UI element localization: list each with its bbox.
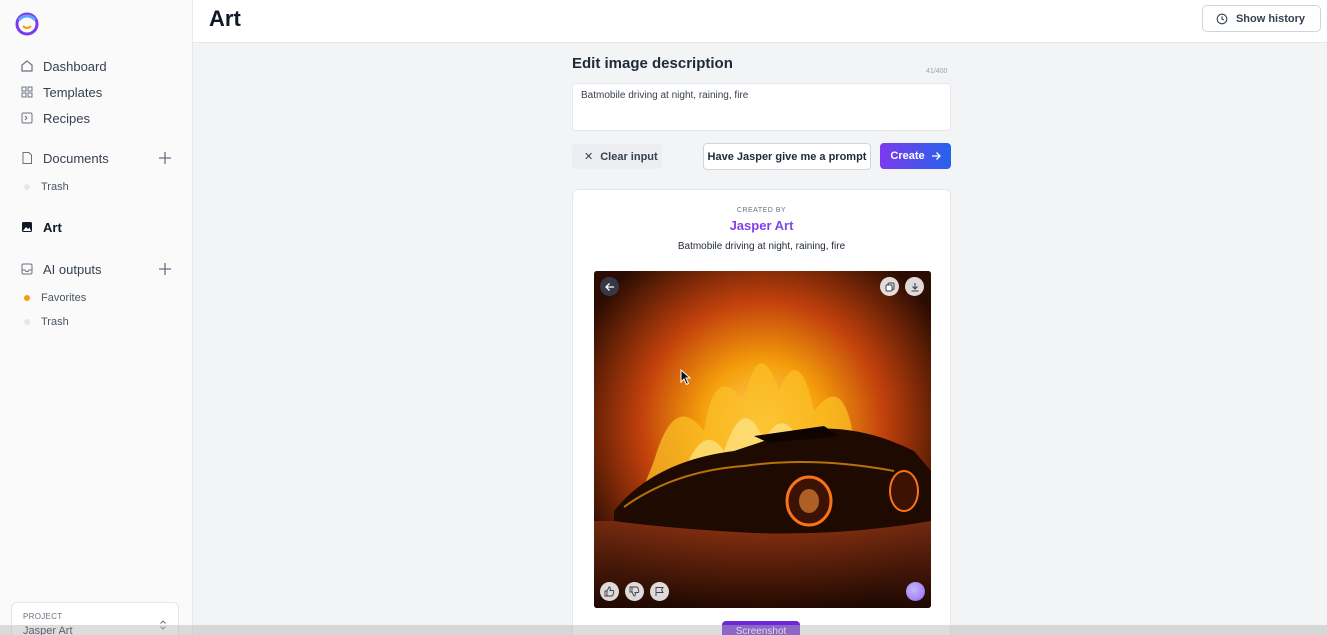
status-dot bbox=[24, 184, 30, 190]
add-document-icon[interactable] bbox=[158, 151, 172, 165]
recipe-icon bbox=[21, 112, 33, 124]
grid-icon bbox=[21, 86, 33, 98]
sidebar-item-recipes[interactable]: Recipes bbox=[20, 108, 90, 128]
inbox-icon bbox=[21, 263, 33, 275]
copy-icon bbox=[885, 282, 894, 291]
image-caption: Batmobile driving at night, raining, fir… bbox=[677, 241, 846, 252]
bottom-overlay-bar bbox=[0, 625, 1327, 635]
flag-icon bbox=[655, 587, 664, 596]
header: Art Show history bbox=[193, 0, 1327, 43]
sidebar-item-label: Dashboard bbox=[43, 58, 107, 74]
add-ai-output-icon[interactable] bbox=[158, 262, 172, 276]
create-label: Create bbox=[890, 150, 925, 162]
sidebar-item-templates[interactable]: Templates bbox=[20, 82, 102, 102]
download-icon bbox=[911, 282, 918, 292]
sidebar-subitem-label: Trash bbox=[41, 181, 69, 193]
sidebar-subitem-label: Trash bbox=[41, 316, 69, 328]
created-by-label: CREATED BY bbox=[736, 207, 787, 214]
generated-artwork bbox=[594, 271, 931, 608]
thumbs-up-icon bbox=[604, 586, 615, 597]
sidebar-item-dashboard[interactable]: Dashboard bbox=[20, 56, 107, 76]
sidebar-item-label: Recipes bbox=[43, 110, 90, 126]
document-icon bbox=[22, 152, 32, 164]
sidebar-item-label: Templates bbox=[43, 84, 103, 100]
image-icon bbox=[22, 222, 32, 232]
sidebar-subitem-favorites[interactable]: Favorites bbox=[24, 289, 86, 307]
image-description-input[interactable]: Batmobile driving at night, raining, fir… bbox=[572, 83, 951, 131]
give-prompt-label: Have Jasper give me a prompt bbox=[707, 150, 867, 163]
sidebar: Dashboard Templates Recipes Documents Tr… bbox=[0, 0, 193, 635]
flag-button[interactable] bbox=[650, 582, 669, 601]
give-prompt-button[interactable]: Have Jasper give me a prompt bbox=[703, 143, 871, 170]
status-dot bbox=[24, 319, 30, 325]
clock-icon bbox=[1216, 13, 1228, 24]
sidebar-item-label: AI outputs bbox=[43, 261, 102, 277]
sidebar-subitem-label: Favorites bbox=[41, 292, 87, 304]
arrow-left-icon bbox=[604, 282, 614, 291]
thumbs-down-button[interactable] bbox=[625, 582, 644, 601]
result-card: CREATED BY Jasper Art Batmobile driving … bbox=[572, 189, 951, 635]
user-avatar bbox=[906, 582, 925, 601]
copy-button[interactable] bbox=[880, 277, 899, 296]
sidebar-subitem-ai-trash[interactable]: Trash bbox=[24, 313, 69, 331]
thumbs-down-icon bbox=[629, 586, 640, 597]
author-name: Jasper Art bbox=[573, 218, 950, 233]
sidebar-item-documents[interactable]: Documents bbox=[20, 148, 109, 168]
sidebar-item-ai-outputs[interactable]: AI outputs bbox=[20, 259, 102, 279]
char-count: 41/400 bbox=[926, 68, 948, 75]
status-dot bbox=[24, 295, 30, 301]
sidebar-item-art[interactable]: Art bbox=[20, 217, 62, 237]
clear-input-button[interactable]: ✕ Clear input bbox=[572, 144, 662, 169]
back-button[interactable] bbox=[600, 277, 619, 296]
page-title: Art bbox=[209, 6, 241, 31]
show-history-button[interactable]: Show history bbox=[1201, 5, 1321, 32]
mouse-cursor-icon bbox=[680, 369, 692, 386]
project-label: PROJECT bbox=[23, 612, 63, 621]
create-button[interactable]: Create bbox=[880, 143, 951, 169]
download-button[interactable] bbox=[905, 277, 924, 296]
clear-input-label: Clear input bbox=[600, 150, 658, 163]
close-icon: ✕ bbox=[584, 151, 594, 163]
home-icon bbox=[21, 60, 33, 72]
show-history-label: Show history bbox=[1235, 12, 1305, 25]
generated-image[interactable] bbox=[594, 271, 931, 608]
arrow-right-icon bbox=[931, 152, 941, 160]
sidebar-subitem-documents-trash[interactable]: Trash bbox=[24, 178, 69, 196]
sidebar-item-label: Art bbox=[43, 219, 62, 235]
edit-description-title: Edit image description bbox=[572, 55, 733, 72]
thumbs-up-button[interactable] bbox=[600, 582, 619, 601]
sidebar-item-label: Documents bbox=[43, 150, 109, 166]
jasper-logo[interactable] bbox=[14, 12, 40, 36]
